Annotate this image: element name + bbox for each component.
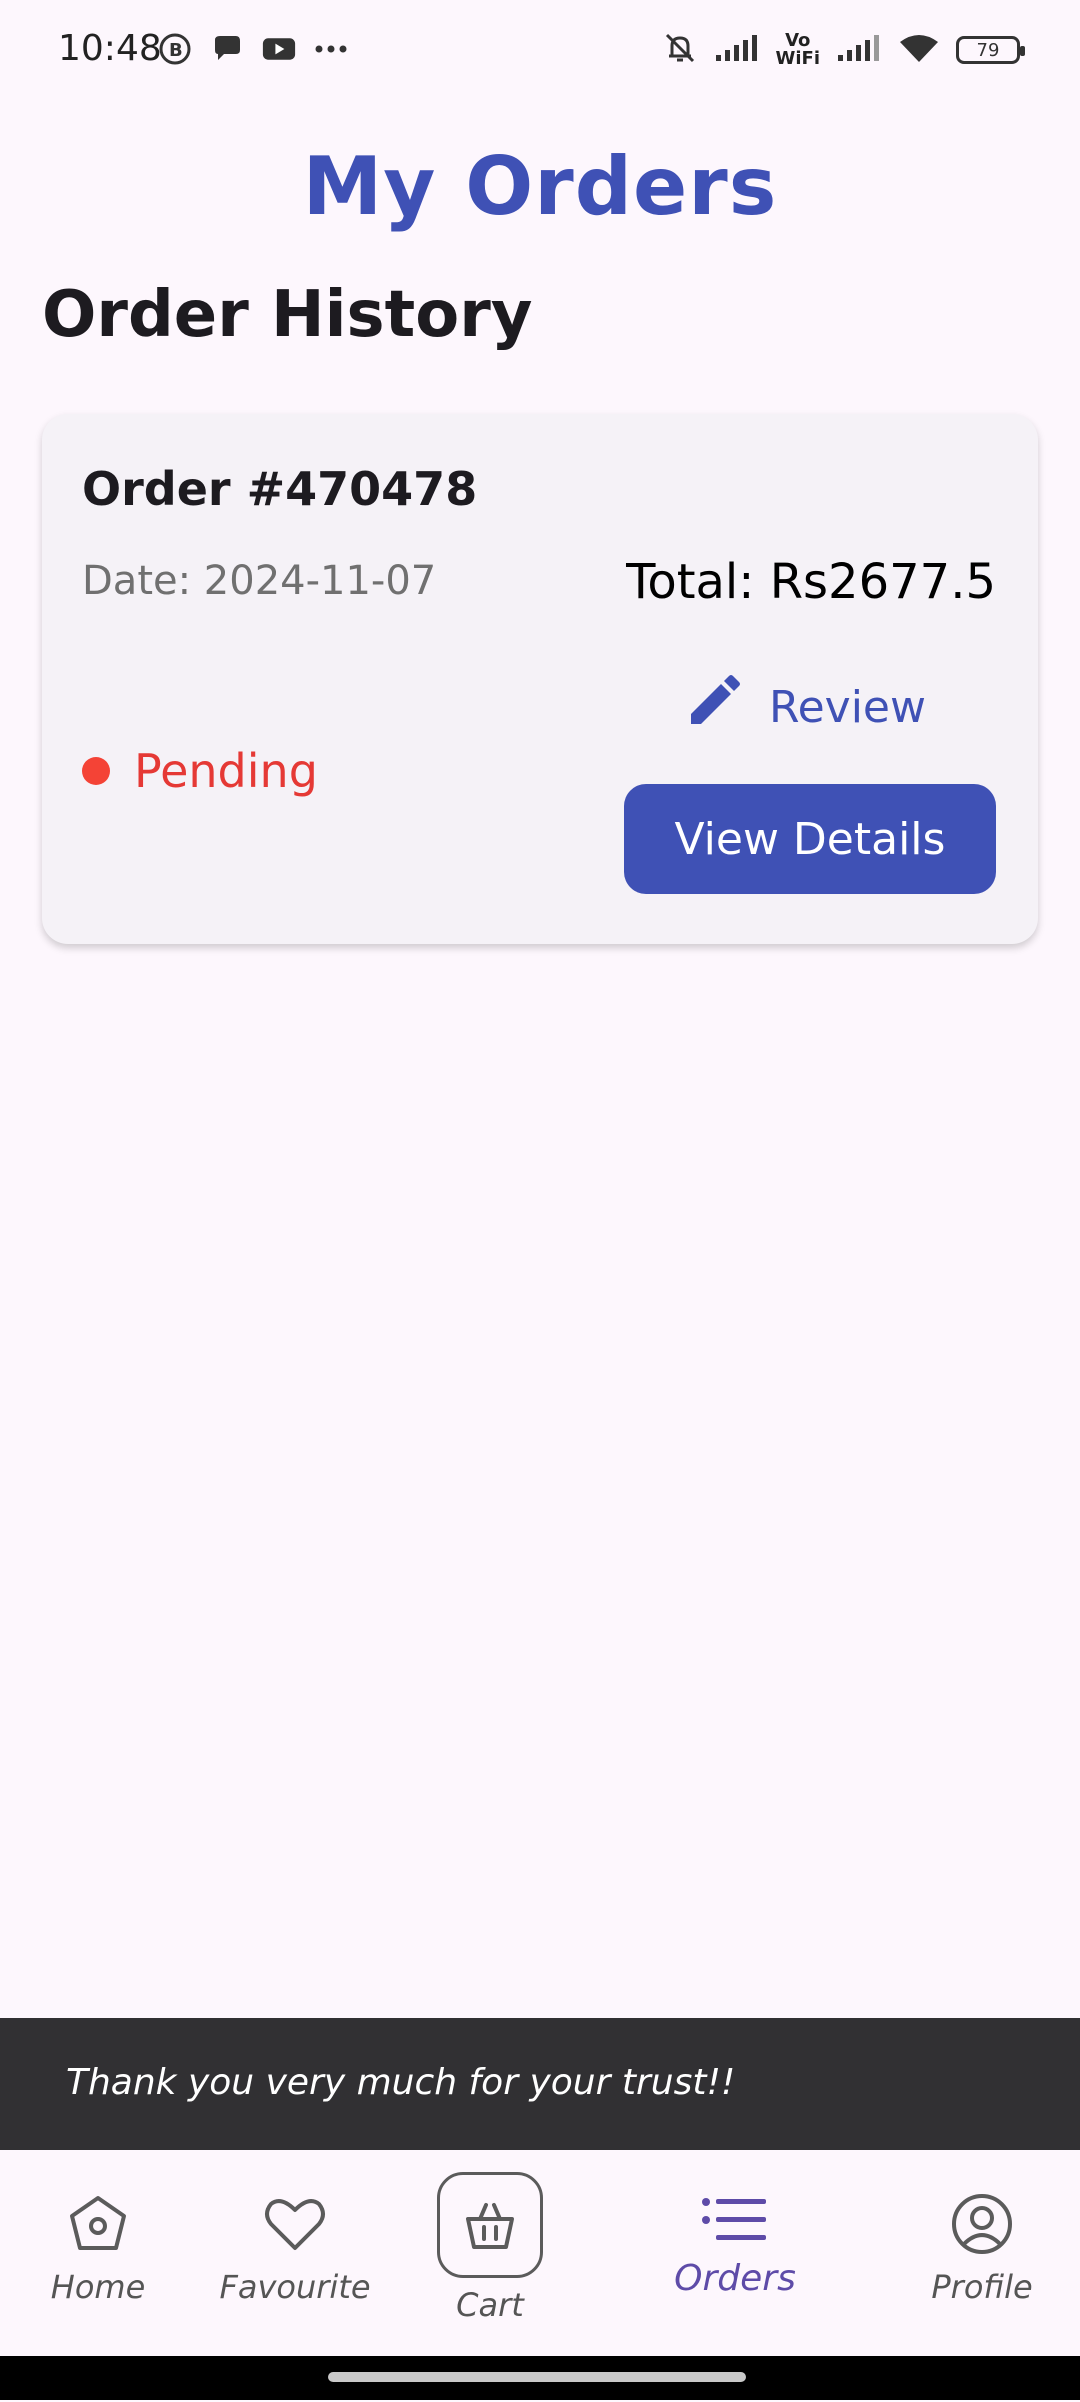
nav-label-favourite: Favourite [219,2268,371,2306]
list-icon [700,2196,770,2250]
signal-icon-2 [836,33,882,67]
nav-label-profile: Profile [931,2268,1033,2306]
nav-item-cart[interactable]: Cart [432,2150,548,2378]
bell-muted-icon [662,30,698,70]
b-circle-icon: B [158,32,192,66]
signal-icon [714,33,760,67]
status-time: 10:48 [58,28,162,69]
user-circle-icon [950,2192,1014,2260]
nav-label-cart: Cart [456,2286,524,2324]
section-title: Order History [42,278,533,352]
status-label: Pending [134,744,318,798]
chat-bubble-icon [210,32,244,66]
more-dots-icon [314,32,348,66]
order-number: Order #470478 [82,462,478,516]
view-details-button[interactable]: View Details [624,784,996,894]
battery-icon: 79 [956,36,1025,64]
status-dot-icon [82,757,110,785]
order-date: Date: 2024-11-07 [82,558,437,604]
home-icon [66,2192,130,2260]
nav-label-orders: Orders [674,2258,796,2299]
page-title: My Orders [302,140,778,233]
home-gesture-pill[interactable] [328,2372,746,2382]
basket-icon [437,2172,543,2278]
status-right-icons: Vo WiFi 79 [662,30,1025,70]
order-total: Total: Rs2677.5 [626,554,996,610]
status-bar: 10:48 B Vo WiFi 79 [0,0,1080,100]
pencil-icon [685,674,741,741]
status-badge: Pending [82,744,318,798]
vowifi-icon: Vo WiFi [775,30,821,69]
snackbar: Thank you very much for your trust!! [0,2018,1080,2150]
nav-label-home: Home [50,2268,146,2306]
heart-icon [263,2192,327,2260]
review-label: Review [769,682,926,733]
youtube-icon [262,32,296,66]
bottom-nav: Home Favourite Cart Orders Profile [0,2150,1080,2356]
system-nav-bar [0,2356,1080,2400]
order-card: Order #470478 Date: 2024-11-07 Total: Rs… [42,414,1038,944]
status-left-icons: B [158,32,348,66]
wifi-icon [898,32,940,68]
snackbar-message: Thank you very much for your trust!! [66,2062,736,2103]
review-button[interactable]: Review [685,674,926,741]
svg-text:B: B [169,40,183,61]
